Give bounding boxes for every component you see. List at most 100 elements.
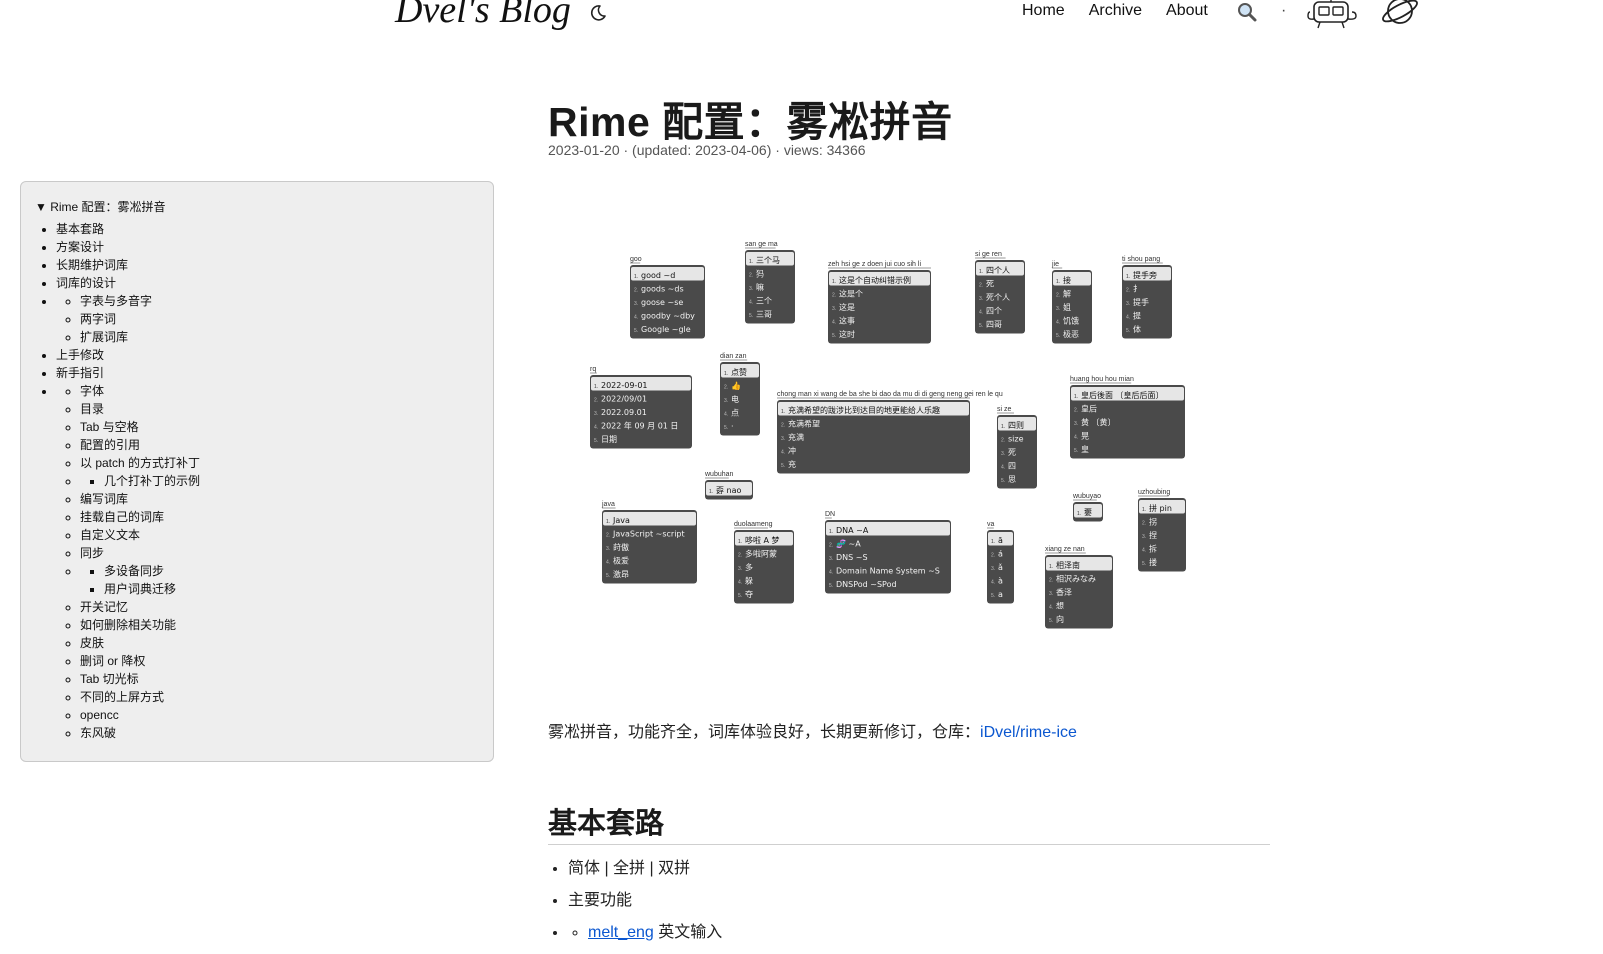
candidate-index: 3.: [1074, 421, 1078, 427]
candidate-text: size: [1008, 435, 1024, 444]
toc-subsubitem: 用户词典迁移: [104, 580, 200, 598]
candidate-text: ā: [998, 536, 1003, 545]
candidate-text: 嫑: [1084, 508, 1092, 517]
toc-link[interactable]: 自定义文本: [80, 528, 140, 542]
toc-link[interactable]: 几个打补丁的示例: [104, 474, 200, 488]
candidate-index: 1.: [1074, 394, 1078, 400]
toc-link[interactable]: 目录: [80, 402, 104, 416]
toc-link[interactable]: 字体: [80, 384, 104, 398]
toc-subitem: 目录: [80, 400, 200, 418]
moon-icon[interactable]: [588, 3, 608, 23]
candidate-text: 黄 〔黄〕: [1081, 417, 1116, 427]
toc-link[interactable]: 以 patch 的方式打补丁: [80, 456, 200, 470]
toc-link[interactable]: 删词 or 降权: [80, 654, 145, 668]
candidate-text: a: [998, 590, 1003, 599]
toc-link[interactable]: opencc: [80, 708, 119, 722]
candidate-index: 3.: [1142, 534, 1146, 540]
candidate-index: 3.: [749, 286, 753, 292]
toc-subitem: 如何删除相关功能: [80, 616, 200, 634]
nav-separator: ·: [1281, 2, 1287, 19]
table-of-contents: ▼ Rime 配置：雾凇拼音 基本套路 方案设计 长期维护词库 词库的设计 字表…: [20, 181, 494, 762]
candidate-index: 4.: [1049, 605, 1053, 611]
toc-link[interactable]: 两字词: [80, 312, 116, 326]
toc-link[interactable]: 字表与多音字: [80, 294, 152, 308]
candidate-index: 5.: [1074, 448, 1078, 454]
toc-link[interactable]: 挂载自己的词库: [80, 510, 164, 524]
candidate-text: 2022.09.01: [601, 408, 647, 417]
toc-link[interactable]: 长期维护词库: [56, 258, 128, 272]
candidate-index: 4.: [1001, 465, 1005, 471]
toc-link[interactable]: 多设备同步: [104, 564, 164, 578]
nav-archive[interactable]: Archive: [1089, 2, 1142, 20]
candidate-text: 这是: [839, 302, 855, 312]
candidate-text: JavaScript ~script: [612, 530, 685, 539]
candidate-index: 5.: [1142, 561, 1146, 567]
toc-link[interactable]: 编写词库: [80, 492, 128, 506]
candidate-index: 5.: [738, 593, 742, 599]
candidate-text: 点: [731, 409, 739, 418]
toc-link[interactable]: 东风破: [80, 726, 116, 740]
toc-subitem: 扩展词库: [80, 328, 200, 346]
toc-toggle[interactable]: ▼ Rime 配置：雾凇拼音: [35, 198, 166, 215]
toc-link[interactable]: Tab 与空格: [80, 420, 139, 434]
candidate-text: 孬 nao: [716, 486, 742, 495]
toc-subitem: Tab 切光标: [80, 670, 200, 688]
repo-link[interactable]: iDvel/rime-ice: [980, 724, 1077, 741]
candidate-text: goose ~se: [641, 298, 683, 307]
toc-link[interactable]: 同步: [80, 546, 104, 560]
toc-sublist-wrap: 字体 目录 Tab 与空格 配置的引用 以 patch 的方式打补丁 几个打补丁…: [56, 382, 200, 742]
toc-link[interactable]: 基本套路: [56, 222, 104, 236]
candidate-index: 1.: [709, 489, 713, 495]
candidate-index: 3.: [832, 306, 836, 312]
candidate-text: á: [998, 550, 1003, 559]
candidate-panel: si ge ren 1. 四个人 2. 死 3. 死个人 4. 四个 5. 四哥: [975, 251, 1025, 334]
toc-link[interactable]: 词库的设计: [56, 276, 116, 290]
toc-link[interactable]: 如何删除相关功能: [80, 618, 176, 632]
candidate-index: 2.: [738, 553, 742, 559]
toc-link[interactable]: 配置的引用: [80, 438, 140, 452]
candidate-text: 拆: [1149, 544, 1157, 554]
candidate-index: 4.: [724, 412, 728, 418]
nav-about[interactable]: About: [1166, 2, 1208, 20]
robot-icon[interactable]: [1306, 0, 1358, 30]
candidate-index: 5.: [606, 573, 610, 579]
candidate-text: Java: [612, 516, 630, 525]
toc-link[interactable]: 扩展词库: [80, 330, 128, 344]
candidate-panel: dian zan 1. 点赞 2. 👍 3. 电 4. 点 5. ·: [720, 353, 760, 436]
candidate-index: 4.: [829, 570, 833, 576]
toc-subitem: 不同的上屏方式: [80, 688, 200, 706]
content-list: 简体 | 全拼 | 双拼 主要功能 melt_eng 英文输入: [568, 858, 722, 954]
nav-home[interactable]: Home: [1022, 2, 1065, 20]
candidate-text: 相沢みなみ: [1056, 574, 1096, 584]
candidate-index: 1.: [724, 371, 728, 377]
toc-subitem: 配置的引用: [80, 436, 200, 454]
candidate-index: 3.: [829, 556, 833, 562]
candidate-text: 搂: [1149, 557, 1157, 567]
candidate-index: 1.: [1142, 507, 1146, 513]
toc-link[interactable]: 开关记忆: [80, 600, 128, 614]
toc-link[interactable]: 上手修改: [56, 348, 104, 362]
toc-link[interactable]: 不同的上屏方式: [80, 690, 164, 704]
panel-code: DN: [825, 511, 835, 518]
candidate-panel: huang hou hou mian 1. 皇后後面 〔皇后后面〕 2. 皇后 3. 黄 〔…: [1070, 376, 1185, 459]
toc-subitem: 两字词: [80, 310, 200, 328]
search-icon[interactable]: [1236, 1, 1258, 23]
planet-icon[interactable]: [1380, 0, 1420, 30]
site-title[interactable]: Dvel's Blog: [395, 0, 571, 32]
toc-item: 词库的设计: [56, 274, 200, 292]
toc-link[interactable]: Tab 切光标: [80, 672, 139, 686]
candidate-text: 充: [788, 459, 796, 469]
candidate-index: 4.: [1056, 320, 1060, 326]
candidate-index: 4.: [634, 315, 638, 321]
panel-code: va: [987, 521, 995, 528]
candidate-index: 4.: [979, 310, 983, 316]
toc-link[interactable]: 用户词典迁移: [104, 582, 176, 596]
candidate-panel: duolaameng 1. 哆啦 A 梦 2. 多啦阿蒙 3. 多 4. 躲 5. 夺: [734, 521, 794, 604]
candidate-text: 解: [1063, 289, 1071, 299]
candidate-index: 5.: [594, 438, 598, 444]
toc-link[interactable]: 皮肤: [80, 636, 104, 650]
toc-link[interactable]: 方案设计: [56, 240, 104, 254]
candidate-index: 2.: [724, 385, 728, 391]
candidate-text: 多: [745, 562, 753, 572]
toc-link[interactable]: 新手指引: [56, 366, 104, 380]
